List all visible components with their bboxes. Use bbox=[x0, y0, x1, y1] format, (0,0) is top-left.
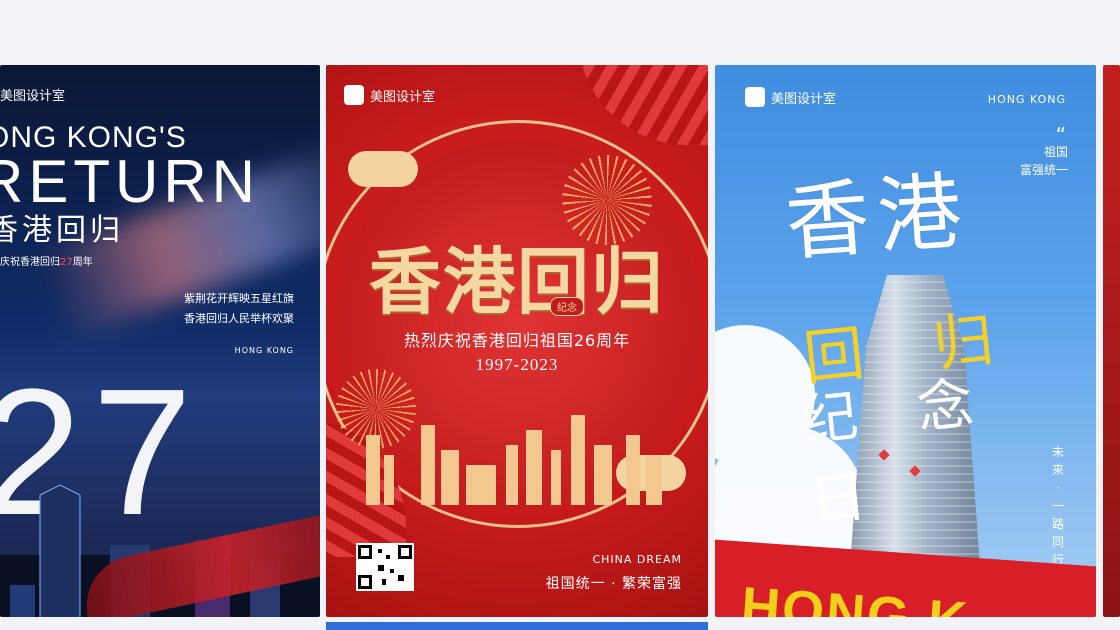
poster-years: 1997-2023 bbox=[475, 355, 559, 374]
poster-subtitle: 庆祝香港回归27周年 bbox=[0, 257, 93, 268]
poster-side-text: 未 来 · 一 路 同 行 bbox=[1051, 445, 1064, 567]
city-skyline bbox=[366, 415, 662, 505]
template-card-hk-return-red[interactable]: 美图设计室 香港回归 纪念 热烈庆祝香港回归祖国26周年 1997-2023 C… bbox=[326, 65, 708, 617]
poster-poem: 紫荆花开辉映五星红旗 香港回归人民举杯欢聚 bbox=[184, 292, 294, 325]
brand-icon bbox=[745, 87, 765, 107]
handwritten-title: 香港 bbox=[782, 161, 973, 273]
slogan: 祖国统一 · 繁荣富强 bbox=[545, 576, 682, 592]
template-card-hk-return-sky[interactable]: 美图设计室 HONG KONG “ 祖国 富强统一 香港 回归 纪念日 未 来 … bbox=[715, 65, 1096, 617]
next-card-peek[interactable] bbox=[326, 622, 708, 630]
brand-logo: 美图设计室 bbox=[745, 87, 836, 107]
poster-title: 香港回归 bbox=[368, 240, 665, 324]
poster-location: HONG KONG bbox=[234, 346, 294, 355]
brand-name: 美图设计室 bbox=[370, 89, 436, 105]
seal-badge: 纪念 bbox=[550, 297, 584, 316]
qr-code[interactable] bbox=[356, 543, 414, 591]
template-card-hk-return-27[interactable]: 美图设计室 ONG KONG'S RETURN 香港回归 庆祝香港回归27周年 … bbox=[0, 65, 320, 617]
fan-decoration bbox=[578, 65, 708, 145]
brand-icon bbox=[344, 85, 364, 105]
template-card-partial[interactable] bbox=[1103, 65, 1120, 617]
cloud-icon bbox=[348, 151, 418, 187]
tagline-en: CHINA DREAM bbox=[592, 553, 682, 566]
brand-name: 美图设计室 bbox=[771, 91, 837, 107]
poster-location: HONG KONG bbox=[987, 93, 1066, 106]
brand-logo: 美图设计室 bbox=[344, 85, 435, 105]
top-bar bbox=[0, 0, 1120, 64]
poster-title-chinese: 香港回归 bbox=[0, 213, 124, 248]
brand-name: 美图设计室 bbox=[0, 89, 66, 104]
qr-code-icon bbox=[358, 545, 412, 589]
brand-logo: 美图设计室 bbox=[0, 85, 65, 104]
poster-subtitle: 热烈庆祝香港回归祖国26周年 bbox=[403, 331, 631, 350]
poster-quote: 祖国 富强统一 bbox=[1019, 145, 1068, 177]
